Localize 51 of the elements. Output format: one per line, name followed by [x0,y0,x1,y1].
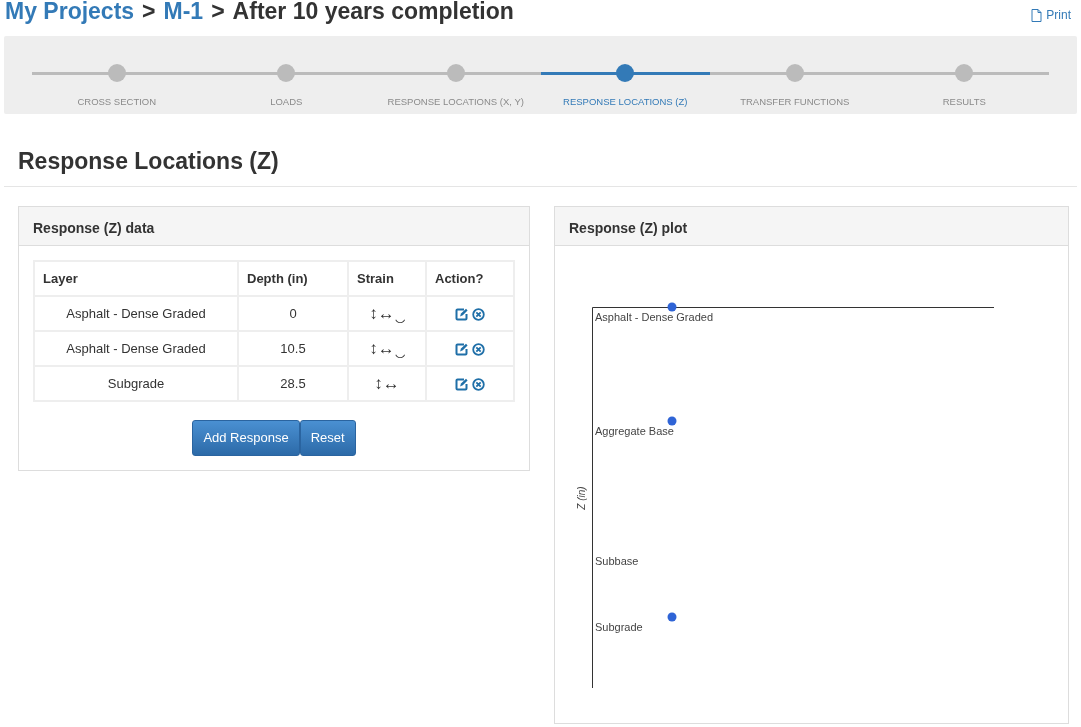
axis-label: Z (in) [576,486,587,510]
strain-cell: ↕↔‿ [348,296,426,331]
column-header: Strain [348,261,426,296]
reset-button[interactable]: Reset [299,420,356,456]
panel-title: Response (Z) data [19,207,529,246]
layer-label: Asphalt - Dense Graded [595,311,713,323]
column-header: Depth (in) [238,261,348,296]
table-cell: Asphalt - Dense Graded [34,296,238,331]
page-title: Response Locations (Z) [18,147,280,172]
strain-cell: ↕↔ [348,366,426,401]
table-cell: 0 [238,296,348,331]
step-dot[interactable] [107,64,126,82]
data-point [667,416,677,426]
layer-label: Subbase [595,555,639,567]
data-point [667,612,677,622]
step-label[interactable]: RESPONSE LOCATIONS (X, Y) [387,95,524,110]
table-cell: 10.5 [238,331,348,366]
table-cell: Subgrade [34,366,238,401]
step-dot[interactable] [616,64,635,82]
step-dot[interactable] [446,64,465,82]
edit-icon[interactable] [455,377,469,391]
breadcrumb-link[interactable]: M-1 [163,0,204,36]
step-label[interactable]: CROSS SECTION [77,95,157,110]
step-label[interactable]: LOADS [270,95,303,110]
step-label[interactable]: RESPONSE LOCATIONS (Z) [563,95,688,110]
panel-title: Response (Z) plot [555,207,1068,246]
breadcrumb-separator: > [211,0,225,26]
step-label[interactable]: TRANSFER FUNCTIONS [740,95,850,110]
step-dot[interactable] [785,64,804,82]
layer-label: Aggregate Base [595,425,674,437]
delete-icon[interactable] [471,342,485,356]
delete-icon[interactable] [471,377,485,391]
table-cell: 28.5 [238,366,348,401]
strain-cell: ↕↔‿ [348,331,426,366]
edit-icon[interactable] [455,342,469,356]
table-cell: Asphalt - Dense Graded [34,331,238,366]
layer-label: Subgrade [595,621,643,633]
column-header: Layer [34,261,238,296]
step-label[interactable]: RESULTS [942,95,986,110]
step-dot[interactable] [277,64,296,82]
breadcrumb-current: After 10 years completion [232,0,514,26]
add-response-button[interactable]: Add Response [192,420,300,456]
data-point [667,302,677,312]
document-icon [1031,8,1043,22]
column-header: Action? [426,261,514,296]
breadcrumb-separator: > [142,0,156,26]
breadcrumb-link[interactable]: My Projects [5,0,135,36]
delete-icon[interactable] [471,307,485,321]
step-dot[interactable] [955,64,974,82]
edit-icon[interactable] [455,307,469,321]
print-link[interactable]: Print [1031,6,1071,24]
